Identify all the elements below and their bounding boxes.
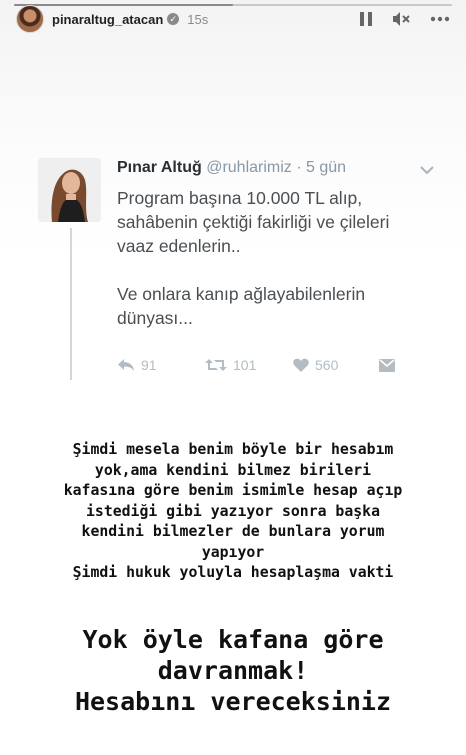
handwritten-warning: Yok öyle kafana göre davranmak! Hesabını… [30, 624, 436, 717]
like-action: 560 [293, 357, 379, 373]
warning-line: davranmak! [157, 656, 309, 685]
tweet-avatar [38, 158, 101, 222]
note-line: yapıyor [201, 543, 265, 561]
tweet-header: Pınar Altuğ @ruhlarimiz · 5 gün [117, 159, 346, 177]
retweet-action: 101 [205, 357, 293, 373]
tweet-handle: @ruhlarimiz [206, 159, 292, 176]
warning-line: Hesabını vereceksiniz [74, 687, 392, 716]
tweet-actions: 91 101 560 [117, 357, 395, 373]
tweet-separator: · [296, 159, 302, 176]
tweet-author-name: Pınar Altuğ [117, 159, 202, 176]
story-header: pinaraltug_atacan ✓ 15s [16, 5, 456, 33]
note-line: yok,ama kendini bilmez birileri [94, 461, 372, 479]
avatar[interactable] [16, 5, 44, 33]
mute-icon[interactable] [392, 11, 410, 27]
warning-line: Yok öyle kafana göre [82, 625, 384, 654]
tweet-text: Program başına 10.000 TL alıp, sahâbenin… [117, 188, 390, 328]
tweet-time: 5 gün [306, 159, 347, 176]
note-line: Şimdi hukuk yoluyla hesaplaşma vakti [72, 564, 394, 581]
note-line: kafasına göre benim ismimle hesap açıp [63, 482, 403, 499]
heart-icon [293, 358, 309, 372]
reply-count: 91 [141, 357, 157, 373]
reply-icon [118, 359, 134, 371]
dm-action [379, 358, 395, 372]
handwritten-note: Şimdi mesela benim böyle bir hesabım yok… [30, 440, 436, 584]
reply-action: 91 [117, 357, 205, 373]
tweet-screenshot: Pınar Altuğ @ruhlarimiz · 5 gün Program … [38, 152, 440, 388]
story-time: 15s [187, 11, 209, 27]
verified-badge-icon: ✓ [167, 13, 180, 25]
retweet-count: 101 [233, 357, 257, 373]
note-line: kendini bilmezler de bunlara yorum [81, 523, 385, 540]
thread-line [70, 228, 72, 380]
more-icon[interactable] [430, 16, 450, 22]
story-controls [360, 11, 450, 27]
envelope-icon [379, 358, 395, 372]
story-view: pinaraltug_atacan ✓ 15s Pınar Altuğ @ruh… [0, 0, 466, 755]
note-line: istediği gibi yazıyor sonra başka [86, 502, 380, 520]
pause-icon[interactable] [360, 12, 372, 26]
like-count: 560 [315, 357, 339, 373]
retweet-icon [205, 359, 227, 371]
chevron-down-icon [420, 166, 434, 175]
username[interactable]: pinaraltug_atacan [52, 12, 163, 27]
note-line: Şimdi mesela benim böyle bir hesabım [72, 441, 394, 458]
